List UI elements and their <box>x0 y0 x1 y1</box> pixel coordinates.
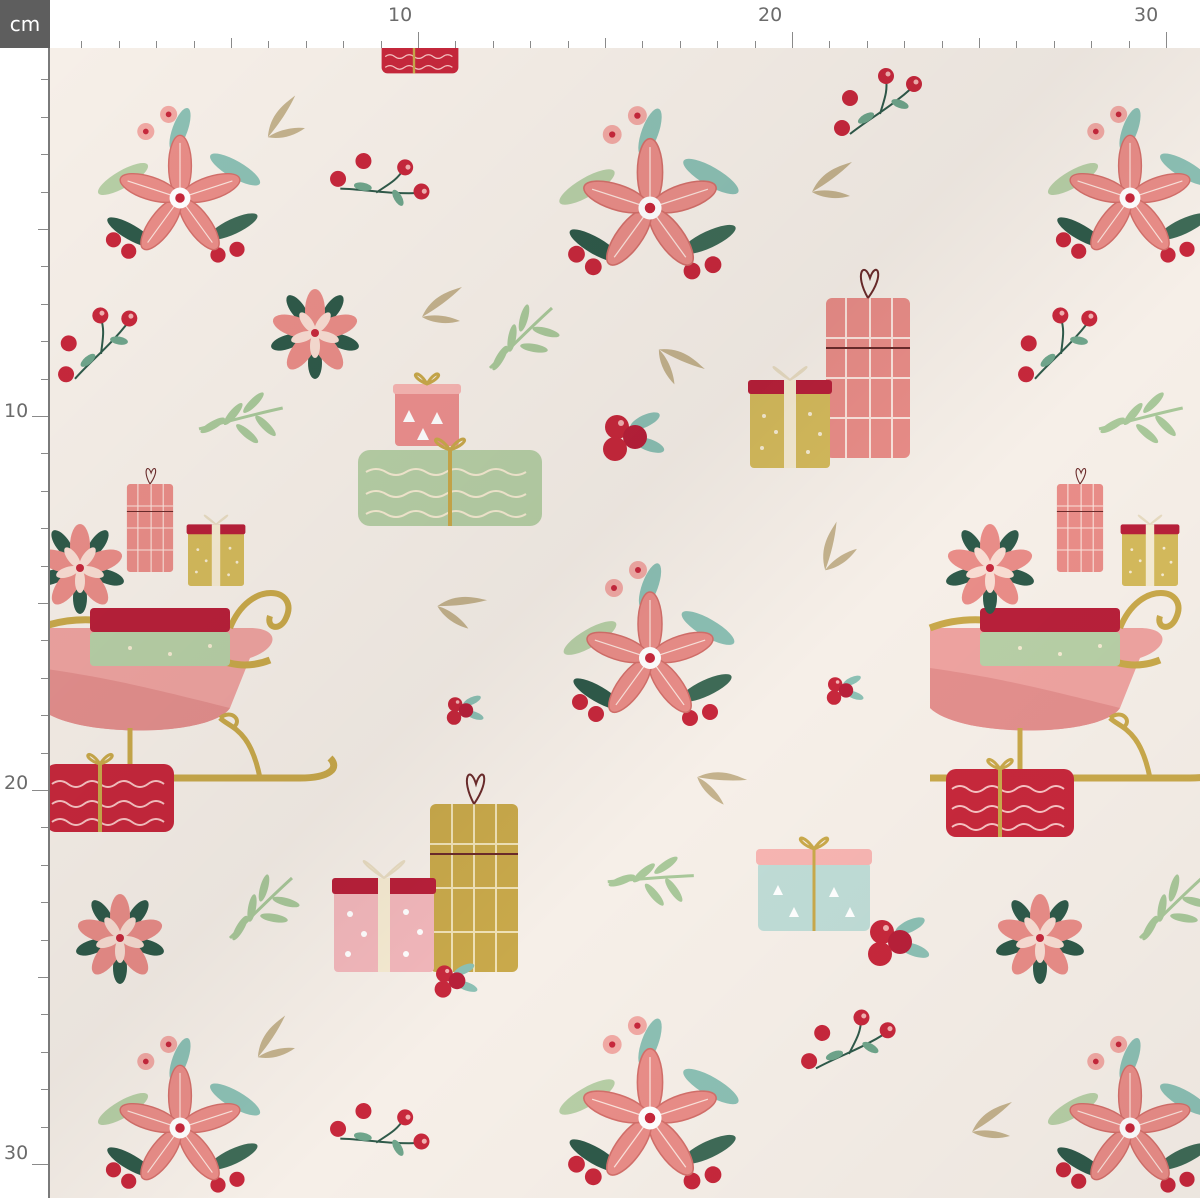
fabric-pattern <box>50 48 1200 1198</box>
unit-label: cm <box>9 12 41 36</box>
left-ruler <box>0 48 50 1198</box>
unit-badge: cm <box>0 0 50 48</box>
top-ruler <box>50 0 1200 50</box>
product-preview: cm 10 20 30 10 20 30 <box>0 0 1200 1198</box>
fabric-pattern-art <box>50 48 1200 1198</box>
